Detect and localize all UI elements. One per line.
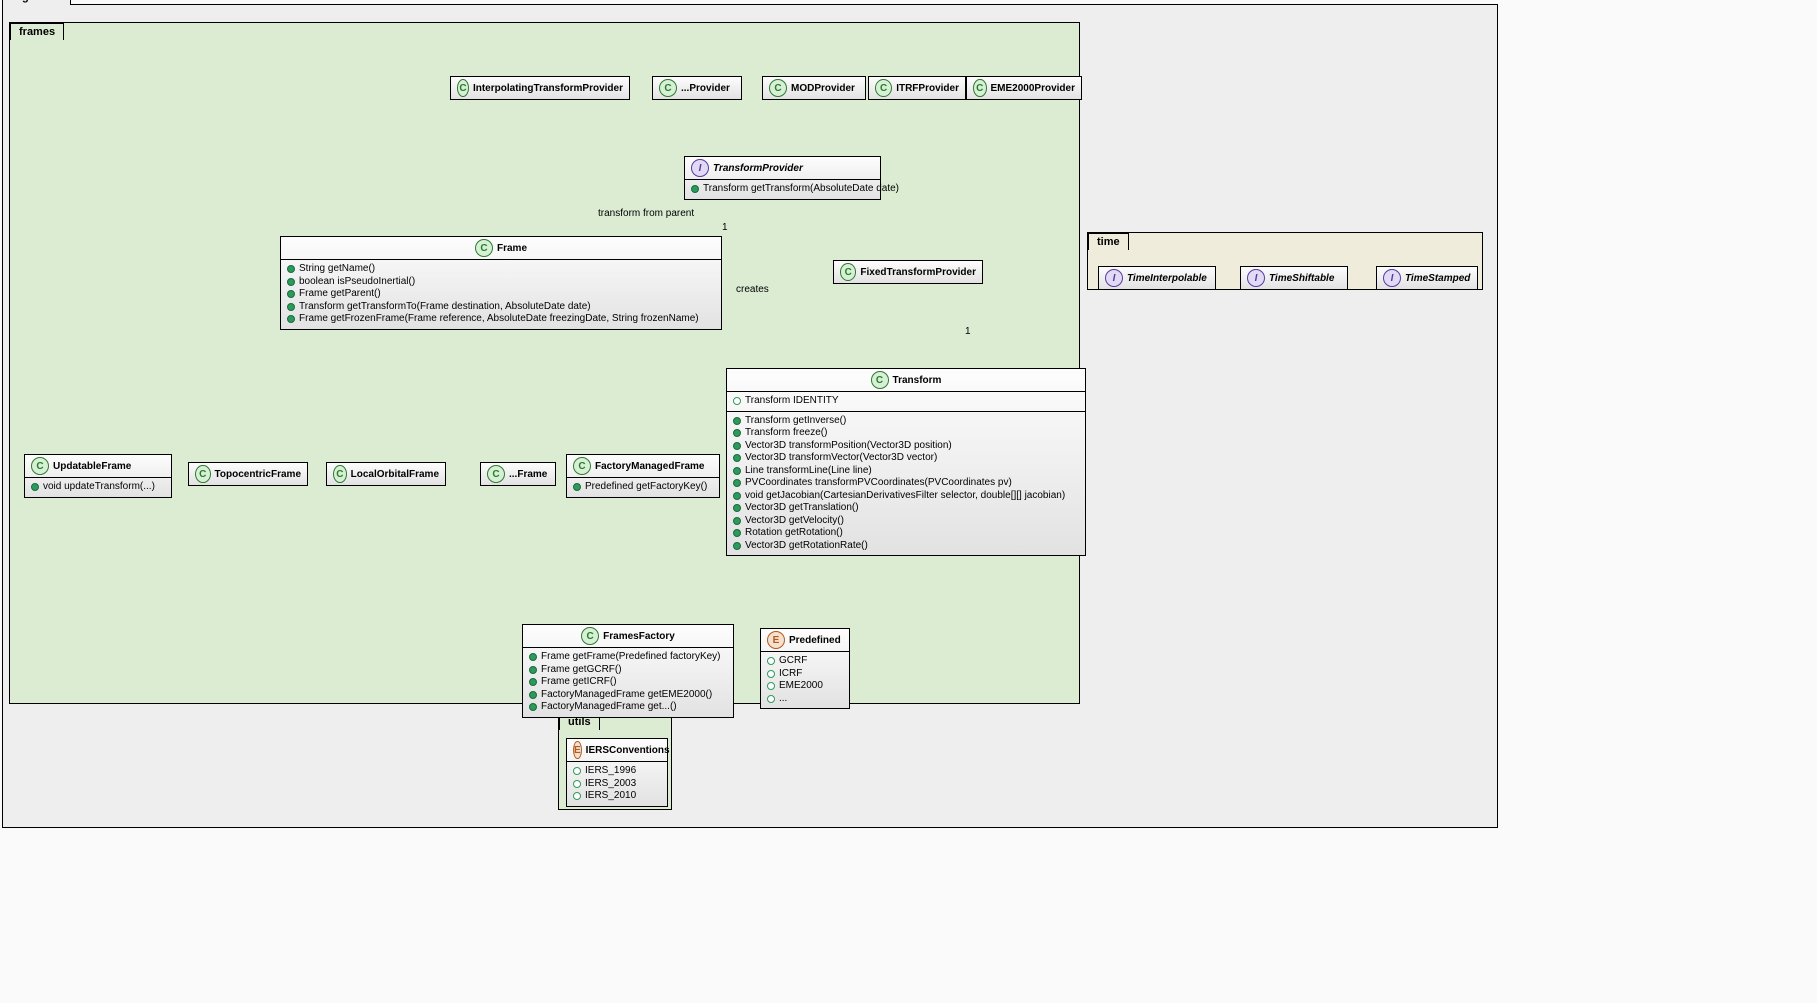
- class-factory-managed-frame: CFactoryManagedFrame Predefined getFacto…: [566, 454, 720, 498]
- class-dot-provider: C...Provider: [652, 76, 742, 100]
- class-updatable-frame: CUpdatableFrame void updateTransform(...…: [24, 454, 172, 498]
- class-fixed-transform-provider: CFixedTransformProvider: [833, 260, 983, 284]
- class-topocentric-frame: CTopocentricFrame: [188, 462, 308, 486]
- interface-transform-provider: ITransformProvider Transform getTransfor…: [684, 156, 881, 200]
- enum-predefined: EPredefined GCRF ICRF EME2000 ...: [760, 628, 850, 709]
- interface-time-shiftable: ITimeShiftable: [1240, 266, 1348, 290]
- edge-label-transform-from-parent: transform from parent: [598, 208, 694, 219]
- class-interpolating-transform-provider: CInterpolatingTransformProvider: [450, 76, 630, 100]
- class-transform: CTransform Transform IDENTITY Transform …: [726, 368, 1086, 556]
- class-frames-factory: CFramesFactory Frame getFrame(Predefined…: [522, 624, 734, 718]
- class-frame: CFrame String getName() boolean isPseudo…: [280, 236, 722, 330]
- class-local-orbital-frame: CLocalOrbitalFrame: [326, 462, 446, 486]
- package-tab-time: time: [1088, 233, 1129, 250]
- class-dot-frame: C...Frame: [480, 462, 556, 486]
- enum-iers-conventions: EIERSConventions IERS_1996 IERS_2003 IER…: [566, 738, 668, 807]
- class-itrf-provider: CITRFProvider: [868, 76, 966, 100]
- multiplicity-1a: 1: [722, 222, 728, 233]
- multiplicity-1b: 1: [965, 326, 971, 337]
- class-mod-provider: CMODProvider: [762, 76, 866, 100]
- class-eme2000-provider: CEME2000Provider: [966, 76, 1082, 100]
- package-tab-frames: frames: [10, 23, 64, 40]
- edge-label-creates: creates: [736, 284, 769, 295]
- package-tab-orekit: org.orekit: [2, 0, 71, 5]
- interface-time-interpolable: ITimeInterpolable: [1098, 266, 1216, 290]
- package-frames: frames: [9, 22, 1080, 704]
- interface-time-stamped: ITimeStamped: [1376, 266, 1478, 290]
